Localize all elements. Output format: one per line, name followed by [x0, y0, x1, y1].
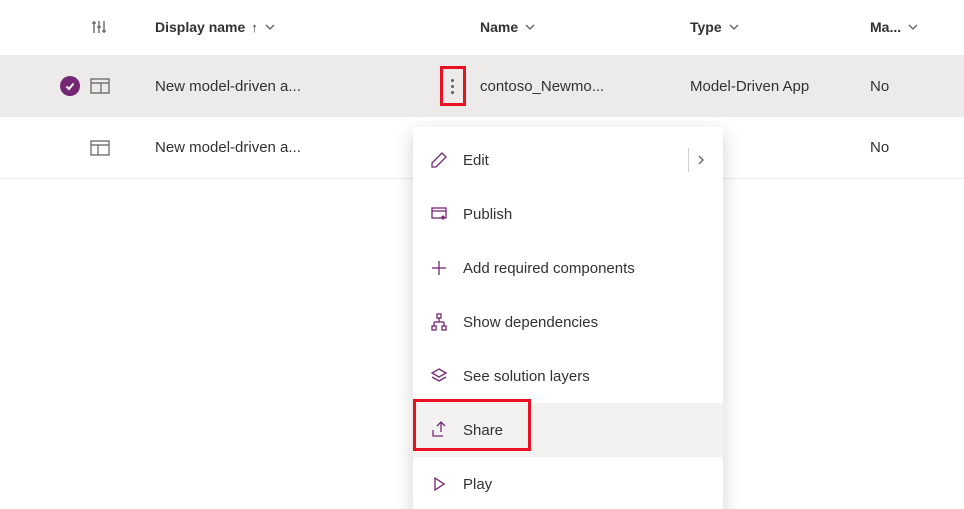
cell-type: Model-Driven App — [690, 78, 809, 95]
chevron-down-icon[interactable] — [907, 21, 919, 33]
play-icon — [429, 474, 449, 494]
layers-icon — [429, 366, 449, 386]
row-context-menu: Edit Publish Add required components Sho… — [413, 127, 723, 509]
menu-item-show-dependencies[interactable]: Show dependencies — [413, 295, 723, 349]
menu-item-play[interactable]: Play — [413, 457, 723, 509]
cell-name: contoso_Newmo... — [480, 78, 604, 95]
row-selected-check-icon[interactable] — [60, 76, 80, 96]
cell-display-name: New model-driven a... — [155, 78, 301, 95]
table-row[interactable]: New model-driven a... contoso_Newmo... M… — [0, 55, 964, 117]
chevron-down-icon[interactable] — [264, 21, 276, 33]
menu-item-see-solution-layers[interactable]: See solution layers — [413, 349, 723, 403]
column-header-managed[interactable]: Ma... — [870, 19, 964, 35]
menu-item-share[interactable]: Share — [413, 403, 723, 457]
chevron-down-icon[interactable] — [524, 21, 536, 33]
edit-icon — [429, 150, 449, 170]
menu-item-edit[interactable]: Edit — [413, 133, 723, 187]
hierarchy-icon — [429, 312, 449, 332]
cell-managed: No — [870, 139, 889, 156]
app-type-icon — [90, 78, 155, 94]
vertical-dots-icon — [451, 79, 454, 94]
cell-managed: No — [870, 78, 889, 95]
submenu-indicator[interactable] — [688, 148, 707, 172]
table-header-row: Display name ↑ Name Type Ma... — [0, 0, 964, 55]
column-options-icon[interactable] — [90, 18, 108, 36]
plus-icon — [429, 258, 449, 278]
more-actions-button[interactable] — [440, 66, 466, 106]
app-type-icon — [90, 140, 155, 156]
cell-display-name: New model-driven a... — [155, 139, 301, 156]
menu-item-publish[interactable]: Publish — [413, 187, 723, 241]
column-header-name[interactable]: Name — [480, 19, 690, 35]
sort-ascending-icon: ↑ — [251, 20, 258, 35]
menu-item-add-required[interactable]: Add required components — [413, 241, 723, 295]
column-header-type[interactable]: Type — [690, 19, 870, 35]
column-header-display-name[interactable]: Display name ↑ — [155, 19, 425, 35]
publish-icon — [429, 204, 449, 224]
chevron-down-icon[interactable] — [728, 21, 740, 33]
chevron-right-icon — [695, 154, 707, 166]
share-icon — [429, 420, 449, 440]
